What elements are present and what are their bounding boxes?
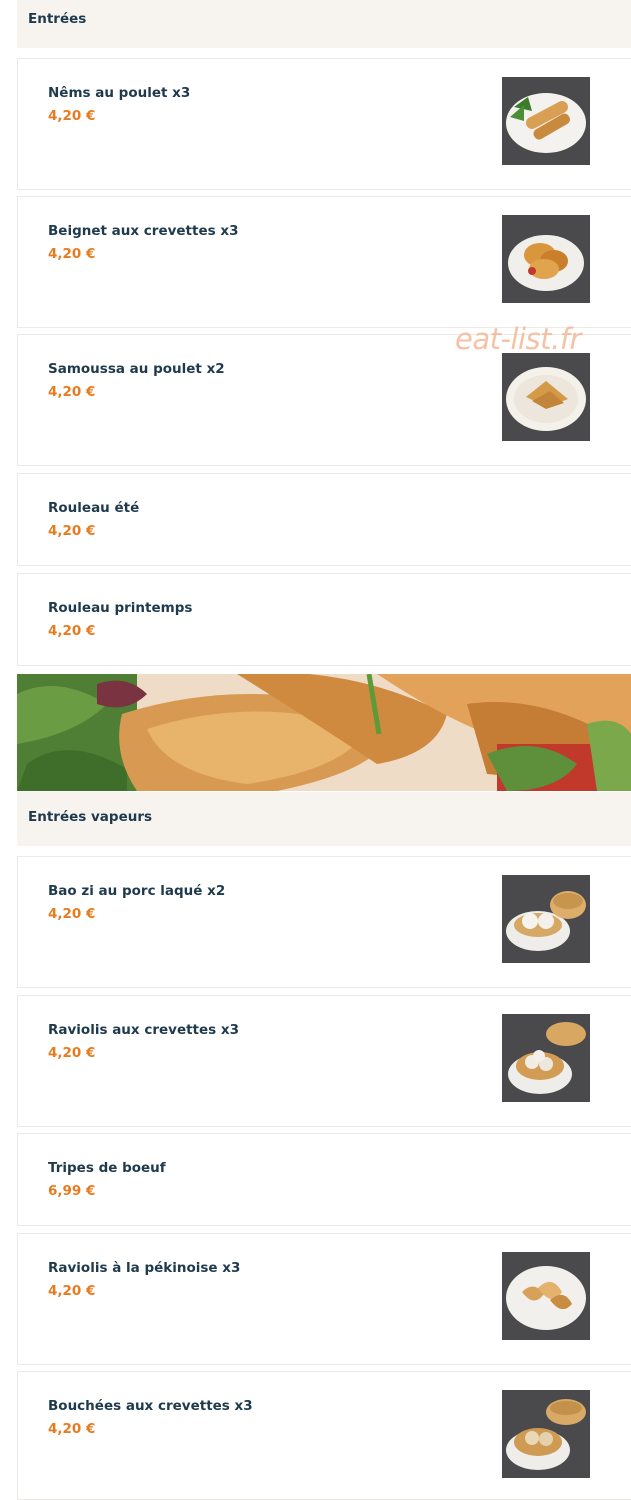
item-price: 4,20 € bbox=[48, 1045, 96, 1061]
item-price: 4,20 € bbox=[48, 246, 96, 262]
menu-item[interactable]: Bouchées aux crevettes x3 4,20 € bbox=[17, 1371, 631, 1500]
item-name: Raviolis aux crevettes x3 bbox=[48, 1022, 239, 1038]
menu-item[interactable]: Raviolis aux crevettes x3 4,20 € bbox=[17, 995, 631, 1127]
section-banner-photo bbox=[17, 674, 631, 791]
section-title: Entrées bbox=[28, 11, 87, 27]
menu-item[interactable]: Bao zi au porc laqué x2 4,20 € bbox=[17, 856, 631, 988]
item-name: Tripes de boeuf bbox=[48, 1160, 166, 1176]
section-header-entrees: Entrées bbox=[17, 0, 631, 48]
item-price: 4,20 € bbox=[48, 523, 96, 539]
item-name: Rouleau printemps bbox=[48, 600, 193, 616]
item-price: 4,20 € bbox=[48, 108, 96, 124]
menu-item[interactable]: Beignet aux crevettes x3 4,20 € bbox=[17, 196, 631, 328]
item-name: Nêms au poulet x3 bbox=[48, 85, 191, 101]
item-name: Bao zi au porc laqué x2 bbox=[48, 883, 226, 899]
section-header-entrees-vapeurs: Entrées vapeurs bbox=[17, 792, 631, 846]
item-price: 4,20 € bbox=[48, 1421, 96, 1437]
item-price: 4,20 € bbox=[48, 384, 96, 400]
item-price: 4,20 € bbox=[48, 906, 96, 922]
item-name: Raviolis à la pékinoise x3 bbox=[48, 1260, 241, 1276]
nems-photo bbox=[502, 77, 590, 165]
bao-photo bbox=[502, 875, 590, 963]
item-price: 4,20 € bbox=[48, 623, 96, 639]
item-name: Beignet aux crevettes x3 bbox=[48, 223, 239, 239]
menu-item[interactable]: Raviolis à la pékinoise x3 4,20 € bbox=[17, 1233, 631, 1365]
menu-page: Entrées Nêms au poulet x3 4,20 € Beignet… bbox=[17, 0, 631, 1500]
raviolis-photo bbox=[502, 1014, 590, 1102]
item-price: 4,20 € bbox=[48, 1283, 96, 1299]
menu-item[interactable]: Tripes de boeuf 6,99 € bbox=[17, 1133, 631, 1226]
menu-item[interactable]: Nêms au poulet x3 4,20 € bbox=[17, 58, 631, 190]
item-name: Bouchées aux crevettes x3 bbox=[48, 1398, 253, 1414]
beignet-photo bbox=[502, 215, 590, 303]
section-title: Entrées vapeurs bbox=[28, 809, 153, 825]
item-name: Rouleau été bbox=[48, 500, 140, 516]
menu-item[interactable]: Rouleau été 4,20 € bbox=[17, 473, 631, 566]
pekinoise-photo bbox=[502, 1252, 590, 1340]
bouchees-photo bbox=[502, 1390, 590, 1478]
menu-item[interactable]: Rouleau printemps 4,20 € bbox=[17, 573, 631, 666]
item-price: 6,99 € bbox=[48, 1183, 96, 1199]
samoussa-photo bbox=[502, 353, 590, 441]
item-name: Samoussa au poulet x2 bbox=[48, 361, 225, 377]
watermark: eat-list.fr bbox=[455, 322, 581, 356]
